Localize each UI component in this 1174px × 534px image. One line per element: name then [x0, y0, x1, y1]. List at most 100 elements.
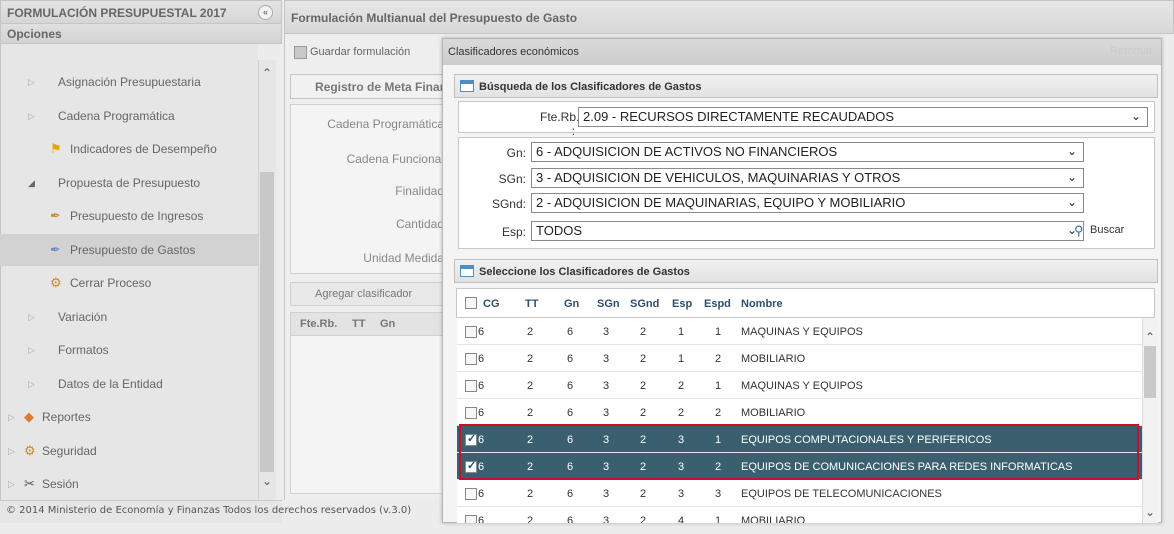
sgnd-select[interactable]: 2 - ADQUISICION DE MAQUINARIAS, EQUIPO Y… [531, 193, 1084, 213]
search-icon[interactable]: ⚲ [1074, 223, 1084, 239]
header-espd: Espd [704, 298, 731, 310]
cell-gn: 6 [567, 515, 574, 527]
cell-cg: 6 [478, 488, 485, 500]
fte-label: Fte.Rb. : [540, 110, 580, 138]
table-row[interactable]: 6 2 6 3 2 1 1 MAQUINAS Y EQUIPOS [457, 318, 1142, 345]
sgn-label: SGn: [498, 172, 526, 186]
cell-gn: 6 [567, 407, 574, 419]
cell-sgnd: 2 [640, 407, 647, 419]
scroll-up-icon[interactable]: ⌃ [258, 66, 276, 84]
sidebar-item[interactable]: ▷ Asignación Presupuestaria [0, 66, 258, 98]
close-process-icon: ⚙ [50, 275, 62, 290]
cell-tt: 2 [527, 407, 534, 419]
cell-cg: 6 [478, 515, 485, 527]
header-nombre: Nombre [741, 298, 783, 310]
cell-esp: 2 [678, 407, 685, 419]
sidebar-item[interactable]: ◢ Propuesta de Presupuesto [0, 167, 258, 199]
cell-nombre: MAQUINAS Y EQUIPOS [741, 380, 863, 392]
sidebar-item-label: Indicadores de Desempeño [70, 142, 217, 156]
income-icon: ✒ [50, 208, 61, 223]
search-button[interactable]: Buscar [1090, 224, 1124, 236]
cell-esp: 2 [678, 380, 685, 392]
sidebar-item[interactable]: ✒ Presupuesto de Gastos [0, 234, 258, 266]
fte-select-value: 2.09 - RECURSOS DIRECTAMENTE RECAUDADOS [583, 109, 895, 124]
table-row[interactable]: 6 2 6 3 2 3 3 EQUIPOS DE TELECOMUNICACIONES [457, 480, 1142, 507]
header-sgnd: SGnd [630, 298, 660, 310]
cell-esp: 1 [678, 326, 685, 338]
table-row[interactable]: 6 2 6 3 2 2 2 MOBILIARIO [457, 399, 1142, 426]
cell-nombre: MOBILIARIO [741, 407, 806, 419]
sidebar-item-label: Cerrar Proceso [70, 276, 152, 290]
cell-tt: 2 [527, 488, 534, 500]
cell-nombre: MOBILIARIO [741, 353, 806, 365]
sidebar-item-label: Presupuesto de Ingresos [70, 209, 204, 223]
row-checkbox[interactable] [465, 353, 477, 365]
row-checkbox[interactable] [465, 488, 477, 500]
table-scroll-thumb[interactable] [1144, 346, 1156, 398]
fte-select[interactable]: 2.09 - RECURSOS DIRECTAMENTE RECAUDADOS ⌄ [578, 107, 1148, 127]
cell-sgn: 3 [603, 515, 610, 527]
return-link[interactable]: Retornar [1110, 45, 1153, 57]
select-all-checkbox[interactable] [465, 297, 477, 309]
chevron-down-icon: ⌄ [1066, 195, 1077, 209]
row-checkbox[interactable] [465, 407, 477, 419]
cell-esp: 3 [678, 488, 685, 500]
scroll-down-icon[interactable]: ⌄ [1142, 505, 1158, 519]
sidebar-item[interactable]: ⚑ Indicadores de Desempeño [0, 133, 258, 165]
row-checkbox[interactable] [465, 380, 477, 392]
cell-gn: 6 [567, 488, 574, 500]
cell-esp: 4 [678, 515, 685, 527]
table-row[interactable]: 6 2 6 3 2 1 2 MOBILIARIO [457, 345, 1142, 372]
cell-esp: 1 [678, 353, 685, 365]
cell-espd: 3 [715, 488, 722, 500]
scroll-up-icon[interactable]: ⌃ [1142, 330, 1158, 344]
triangle-right-icon: ▷ [28, 77, 35, 87]
cell-tt: 2 [527, 353, 534, 365]
table-row[interactable]: 6 2 6 3 2 4 1 MOBILIARIO [457, 507, 1142, 527]
table-row[interactable]: 6 2 6 3 2 2 1 MAQUINAS Y EQUIPOS [457, 372, 1142, 399]
sidebar-item[interactable]: ⚙ Cerrar Proceso [0, 267, 258, 299]
add-classifier-button[interactable]: Agregar clasificador [290, 282, 444, 306]
cell-sgn: 3 [603, 380, 610, 392]
sgnd-label: SGnd: [491, 197, 526, 211]
sidebar-item-label: Presupuesto de Gastos [70, 243, 196, 257]
save-formulation-button[interactable]: Guardar formulación [290, 42, 420, 64]
sidebar-item[interactable]: ✒ Presupuesto de Ingresos [0, 200, 258, 232]
app-title: FORMULACIÓN PRESUPUESTAL 2017 « [0, 0, 282, 24]
collapse-panel-icon[interactable]: « [258, 5, 273, 20]
sgn-select-value: 3 - ADQUISICION DE VEHICULOS, MAQUINARIA… [536, 170, 901, 185]
row-checkbox[interactable] [465, 515, 477, 523]
header-cg: CG [483, 298, 500, 310]
gn-select[interactable]: 6 - ADQUISICION DE ACTIVOS NO FINANCIERO… [531, 142, 1084, 162]
form-label: Cantidad [395, 217, 444, 231]
cell-cg: 6 [478, 407, 485, 419]
sgnd-select-value: 2 - ADQUISICION DE MAQUINARIAS, EQUIPO Y… [536, 195, 906, 210]
cell-nombre: MOBILIARIO [741, 515, 806, 527]
triangle-right-icon: ▷ [28, 111, 35, 121]
cell-cg: 6 [478, 353, 485, 365]
cell-tt: 2 [527, 326, 534, 338]
cell-tt: 2 [527, 380, 534, 392]
sidebar-item-label: Cadena Programática [58, 109, 175, 123]
dialog-title: Clasificadores económicos [443, 39, 1161, 65]
sgn-select[interactable]: 3 - ADQUISICION DE VEHICULOS, MAQUINARIA… [531, 168, 1084, 188]
table-header [456, 288, 1155, 318]
cell-nombre: MAQUINAS Y EQUIPOS [741, 326, 863, 338]
sidebar-item[interactable]: ▷ Cadena Programática [0, 100, 258, 132]
esp-select[interactable]: TODOS ⌄ [531, 221, 1084, 241]
cell-sgn: 3 [603, 326, 610, 338]
indicator-icon: ⚑ [50, 141, 62, 156]
cell-cg: 6 [478, 326, 485, 338]
app-title-text: FORMULACIÓN PRESUPUESTAL 2017 [7, 6, 227, 20]
row-checkbox[interactable] [465, 326, 477, 338]
esp-label: Esp: [501, 225, 526, 239]
chevron-down-icon: ⌄ [1130, 109, 1141, 123]
cell-espd: 1 [715, 326, 722, 338]
main-title: Formulación Multianual del Presupuesto d… [284, 0, 1174, 34]
gn-label: Gn: [506, 146, 526, 160]
form-label: Cadena Programática [327, 117, 444, 131]
header-esp: Esp [672, 298, 693, 310]
gn-select-value: 6 - ADQUISICION DE ACTIVOS NO FINANCIERO… [536, 144, 838, 159]
cell-sgnd: 2 [640, 380, 647, 392]
highlight-annotation [459, 424, 1139, 480]
